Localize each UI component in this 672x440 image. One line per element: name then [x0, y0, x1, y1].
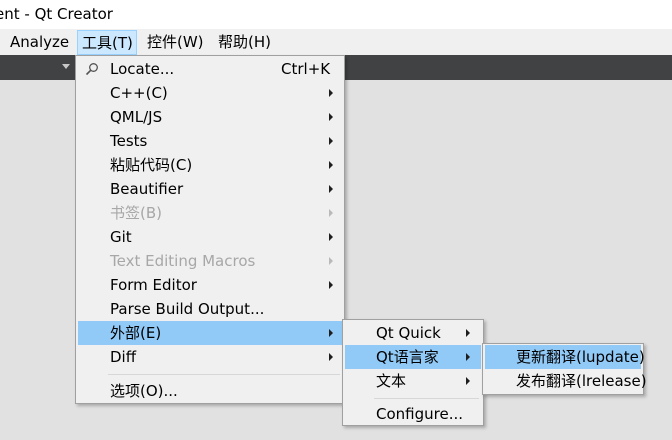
beautifier-label: Beautifier: [110, 180, 184, 198]
menu-item-qt-linguist[interactable]: Qt语言家: [345, 345, 481, 369]
external-submenu: Qt Quick Qt语言家 文本 Configure...: [342, 319, 484, 426]
diff-label: Diff: [110, 348, 137, 366]
menu-analyze[interactable]: Analyze: [10, 30, 69, 55]
submenu-arrow-icon: [329, 113, 333, 121]
options-label: 选项(O)...: [110, 382, 178, 400]
search-icon: [85, 63, 98, 76]
submenu-arrow-icon: [466, 353, 470, 361]
submenu-arrow-icon: [466, 377, 470, 385]
menu-item-text[interactable]: 文本: [345, 369, 481, 393]
cpp-label: C++(C): [110, 84, 168, 102]
menu-bar: Analyze 工具(T) 控件(W) 帮助(H): [0, 29, 672, 55]
menu-tools[interactable]: 工具(T): [77, 30, 137, 55]
menu-item-lupdate[interactable]: 更新翻译(lupdate): [485, 345, 645, 369]
configure-label: Configure...: [376, 405, 464, 423]
menu-item-git[interactable]: Git: [78, 225, 342, 249]
locate-shortcut: Ctrl+K: [281, 60, 331, 78]
menu-item-external[interactable]: 外部(E): [78, 321, 342, 345]
menu-separator: [108, 374, 340, 375]
title-bar: ent - Qt Creator: [0, 0, 672, 29]
menu-item-options[interactable]: 选项(O)...: [78, 379, 342, 403]
menu-item-bookmarks: 书签(B): [78, 201, 342, 225]
lrelease-label: 发布翻译(lrelease): [516, 372, 647, 390]
menu-item-diff[interactable]: Diff: [78, 345, 342, 369]
parse-build-output-label: Parse Build Output...: [110, 300, 265, 318]
menu-item-locate[interactable]: Locate... Ctrl+K: [78, 57, 342, 81]
menu-item-qt-quick[interactable]: Qt Quick: [345, 321, 481, 345]
linguist-submenu: 更新翻译(lupdate) 发布翻译(lrelease): [482, 343, 647, 395]
macros-label: Text Editing Macros: [110, 252, 256, 270]
menu-item-text-editing-macros: Text Editing Macros: [78, 249, 342, 273]
submenu-arrow-icon: [329, 161, 333, 169]
menu-controls[interactable]: 控件(W): [147, 30, 204, 55]
menu-item-configure[interactable]: Configure...: [345, 402, 481, 426]
menu-help[interactable]: 帮助(H): [218, 30, 271, 55]
qmljs-label: QML/JS: [110, 108, 163, 126]
form-editor-label: Form Editor: [110, 276, 197, 294]
tests-label: Tests: [110, 132, 148, 150]
menu-item-codepaster[interactable]: 粘贴代码(C): [78, 153, 342, 177]
submenu-arrow-icon: [329, 89, 333, 97]
menu-item-cpp[interactable]: C++(C): [78, 81, 342, 105]
menu-item-form-editor[interactable]: Form Editor: [78, 273, 342, 297]
menu-item-beautifier[interactable]: Beautifier: [78, 177, 342, 201]
external-label: 外部(E): [110, 324, 162, 342]
menu-item-tests[interactable]: Tests: [78, 129, 342, 153]
menu-item-lrelease[interactable]: 发布翻译(lrelease): [485, 369, 647, 393]
locate-label: Locate...: [110, 60, 175, 78]
qt-linguist-label: Qt语言家: [376, 348, 439, 366]
menu-separator: [374, 398, 479, 399]
window-title: ent - Qt Creator: [0, 5, 113, 23]
submenu-arrow-icon: [329, 281, 333, 289]
tools-menu: Locate... Ctrl+K C++(C) QML/JS Tests 粘贴代…: [75, 55, 345, 404]
submenu-arrow-icon: [329, 233, 333, 241]
submenu-arrow-icon: [329, 209, 333, 217]
qt-quick-label: Qt Quick: [376, 324, 441, 342]
submenu-arrow-icon: [329, 185, 333, 193]
dropdown-arrow-icon[interactable]: [62, 64, 70, 69]
menu-item-parse-build-output[interactable]: Parse Build Output...: [78, 297, 342, 321]
bookmarks-label: 书签(B): [110, 204, 162, 222]
submenu-arrow-icon: [329, 257, 333, 265]
submenu-arrow-icon: [329, 353, 333, 361]
menu-item-qmljs[interactable]: QML/JS: [78, 105, 342, 129]
git-label: Git: [110, 228, 132, 246]
codepaster-label: 粘贴代码(C): [110, 156, 193, 174]
text-label: 文本: [376, 372, 407, 390]
lupdate-label: 更新翻译(lupdate): [516, 348, 645, 366]
submenu-arrow-icon: [329, 329, 333, 337]
submenu-arrow-icon: [466, 329, 470, 337]
submenu-arrow-icon: [329, 137, 333, 145]
